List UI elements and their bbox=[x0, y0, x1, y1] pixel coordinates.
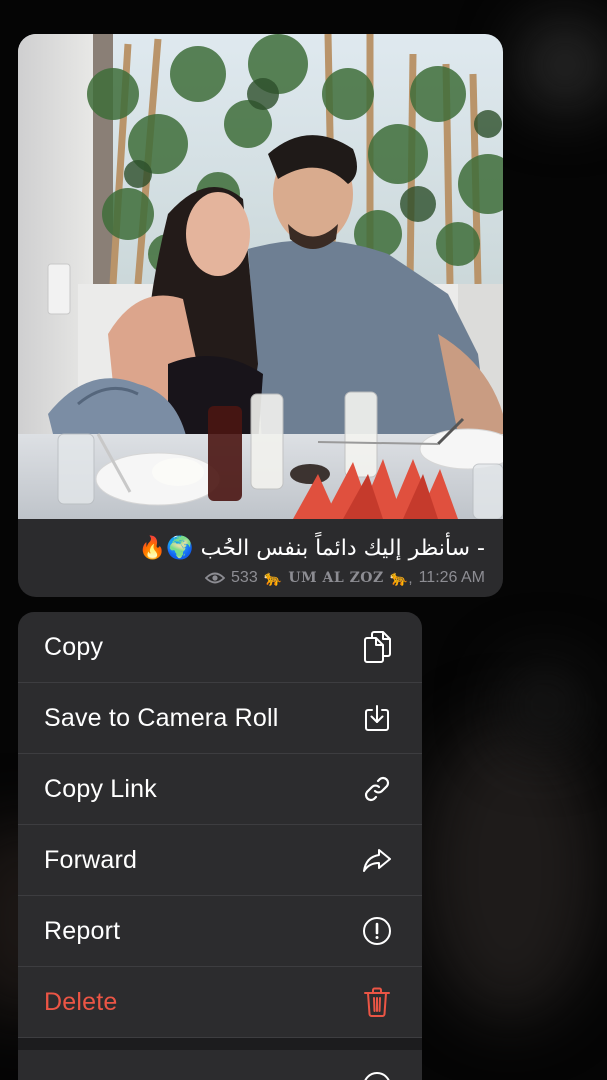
menu-item-copy[interactable]: Copy bbox=[18, 612, 422, 683]
views-eye-icon bbox=[205, 572, 226, 584]
more-icon bbox=[360, 1069, 394, 1080]
message-caption: - سأنظر إليك دائماً بنفس الحُب 🌍🔥 bbox=[138, 536, 485, 561]
author-name: UM AL ZOZ bbox=[288, 570, 384, 586]
copy-icon bbox=[360, 630, 394, 664]
report-exclamation-icon bbox=[360, 914, 394, 948]
view-count: 533 bbox=[231, 569, 258, 586]
menu-item-report[interactable]: Report bbox=[18, 896, 422, 967]
author-emoji-prefix: 🐆 bbox=[263, 570, 283, 587]
message-time: 11:26 AM bbox=[418, 569, 485, 586]
menu-item-label: Report bbox=[44, 916, 121, 945]
menu-section-separator bbox=[18, 1038, 422, 1050]
menu-item-delete[interactable]: Delete bbox=[18, 967, 422, 1038]
message-bubble[interactable]: - سأنظر إليك دائماً بنفس الحُب 🌍🔥 533 🐆 … bbox=[18, 34, 503, 597]
menu-item-save-to-camera-roll[interactable]: Save to Camera Roll bbox=[18, 683, 422, 754]
author-emoji-suffix: 🐆, bbox=[389, 570, 413, 587]
menu-item-label: Save to Camera Roll bbox=[44, 703, 279, 732]
menu-item-label: Delete bbox=[44, 987, 118, 1016]
forward-arrow-icon bbox=[360, 843, 394, 877]
menu-item-more[interactable] bbox=[18, 1050, 422, 1080]
message-meta: 533 🐆 UM AL ZOZ 🐆, 11:26 AM bbox=[205, 567, 485, 589]
menu-item-label: Copy Link bbox=[44, 774, 157, 803]
link-icon bbox=[360, 772, 394, 806]
backdrop-blur bbox=[500, 660, 590, 750]
menu-item-label: Forward bbox=[44, 845, 138, 874]
backdrop-blur bbox=[520, 20, 607, 110]
backdrop-blur bbox=[420, 720, 600, 1020]
menu-item-label: Copy bbox=[44, 632, 104, 661]
message-photo[interactable] bbox=[18, 34, 503, 519]
save-download-icon bbox=[360, 701, 394, 735]
menu-item-copy-link[interactable]: Copy Link bbox=[18, 754, 422, 825]
menu-item-forward[interactable]: Forward bbox=[18, 825, 422, 896]
context-menu: Copy Save to Camera Roll Copy Link Forwa… bbox=[18, 612, 422, 1080]
trash-icon bbox=[360, 985, 394, 1019]
screen: - سأنظر إليك دائماً بنفس الحُب 🌍🔥 533 🐆 … bbox=[0, 0, 607, 1080]
